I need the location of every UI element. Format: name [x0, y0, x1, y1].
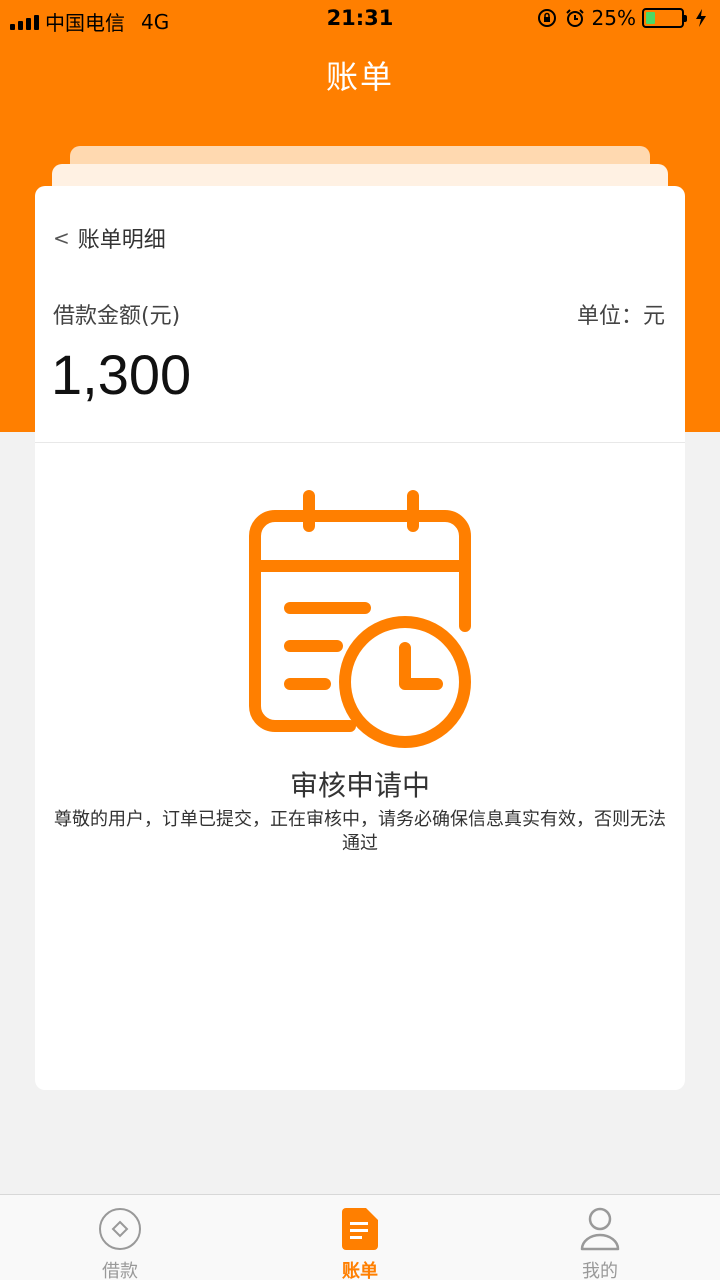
tab-loan[interactable]: 借款: [0, 1195, 240, 1280]
battery-icon: [642, 8, 687, 28]
amount-label: 借款金额(元): [53, 304, 181, 329]
tab-mine[interactable]: 我的: [480, 1195, 720, 1280]
bill-icon: [336, 1205, 384, 1253]
battery-percent: 25%: [591, 6, 636, 30]
back-label: 账单明细: [77, 228, 166, 253]
page-title: 账单: [325, 58, 394, 96]
unit-label: 单位：元: [576, 304, 665, 329]
charging-icon: [690, 7, 712, 29]
tab-label-mine: 我的: [582, 1261, 618, 1280]
status-bar: 中国电信 4G 21:31 25%: [0, 0, 720, 38]
status-title: 审核申请中: [289, 769, 430, 802]
loan-amount: 1,300: [51, 343, 192, 406]
back-arrow-icon: <: [53, 226, 70, 250]
loan-icon: [96, 1205, 144, 1253]
rotation-lock-icon: [536, 7, 558, 29]
tab-bill[interactable]: 账单: [240, 1195, 480, 1280]
tab-bar: 借款 账单 我的: [0, 1194, 720, 1280]
tab-label-loan: 借款: [102, 1261, 138, 1280]
user-icon: [576, 1205, 624, 1253]
calendar-clock-icon: [245, 486, 475, 756]
tab-label-bill: 账单: [342, 1261, 378, 1280]
alarm-icon: [564, 7, 586, 29]
divider: [35, 442, 685, 443]
bill-detail-card: < 账单明细 借款金额(元) 单位：元 1,300 审核申请中 尊敬的用户，订单…: [35, 186, 685, 1090]
back-button[interactable]: < 账单明细: [53, 222, 166, 254]
status-description: 尊敬的用户，订单已提交，正在审核中，请务必确保信息真实有效，否则无法通过: [54, 809, 666, 854]
